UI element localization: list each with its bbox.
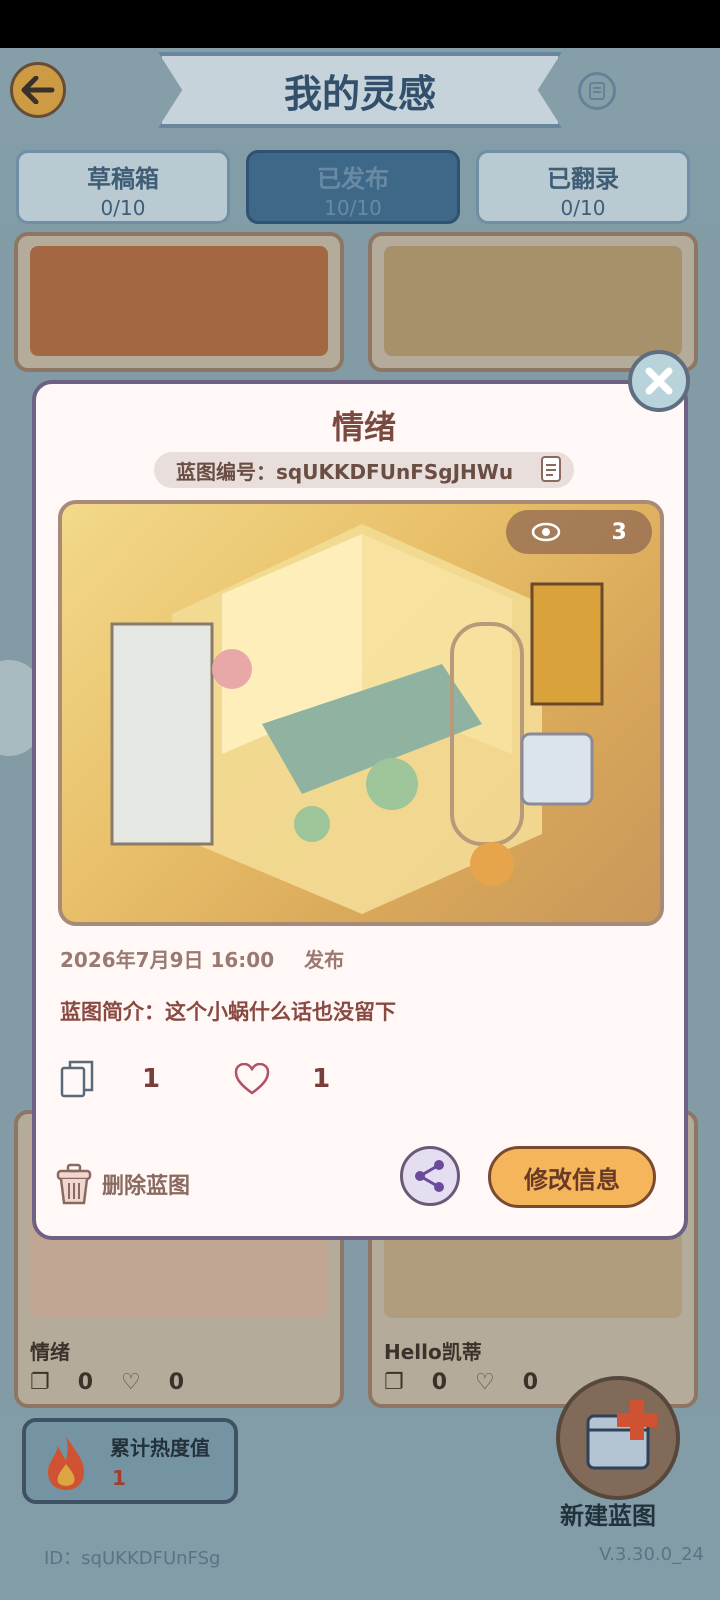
share-button[interactable]	[400, 1146, 460, 1206]
publish-status: 发布	[304, 948, 345, 972]
blueprint-id: 蓝图编号：sqUKKDFUnFSgJHWu	[154, 452, 574, 488]
blueprint-preview-image[interactable]: 3	[58, 500, 664, 926]
close-button[interactable]	[628, 350, 690, 412]
room-illustration	[110, 524, 604, 914]
blueprint-id-text: 蓝图编号：sqUKKDFUnFSgJHWu	[176, 459, 514, 484]
edit-info-button[interactable]: 修改信息	[488, 1146, 656, 1208]
status-bar	[0, 0, 720, 48]
modal-title: 情绪	[331, 408, 396, 446]
copy-id-button[interactable]	[536, 455, 564, 490]
clipboard-icon	[541, 456, 561, 482]
copy-icon	[60, 1060, 94, 1098]
blueprint-intro: 蓝图简介：这个小蜗什么话也没留下	[60, 1000, 396, 1024]
eye-icon	[531, 522, 561, 542]
blueprint-stats: 1 1	[60, 1054, 330, 1104]
like-count: 1	[312, 1064, 331, 1094]
views-badge: 3	[506, 510, 652, 554]
publish-info: 2026年7月9日 16:00 发布	[60, 944, 344, 973]
blueprint-detail-modal: 情绪 蓝图编号：sqUKKDFUnFSgJHWu 3 2026年7月9日 16:…	[32, 380, 688, 1240]
copy-count: 1	[142, 1064, 161, 1094]
views-count: 3	[611, 519, 627, 545]
heart-icon[interactable]	[234, 1063, 270, 1095]
trash-icon	[56, 1163, 92, 1205]
share-icon	[415, 1160, 444, 1192]
publish-date: 2026年7月9日 16:00	[60, 948, 275, 972]
delete-label: 删除蓝图	[102, 1174, 191, 1199]
delete-blueprint-button[interactable]: 删除蓝图	[54, 1162, 190, 1206]
close-icon	[645, 367, 673, 395]
